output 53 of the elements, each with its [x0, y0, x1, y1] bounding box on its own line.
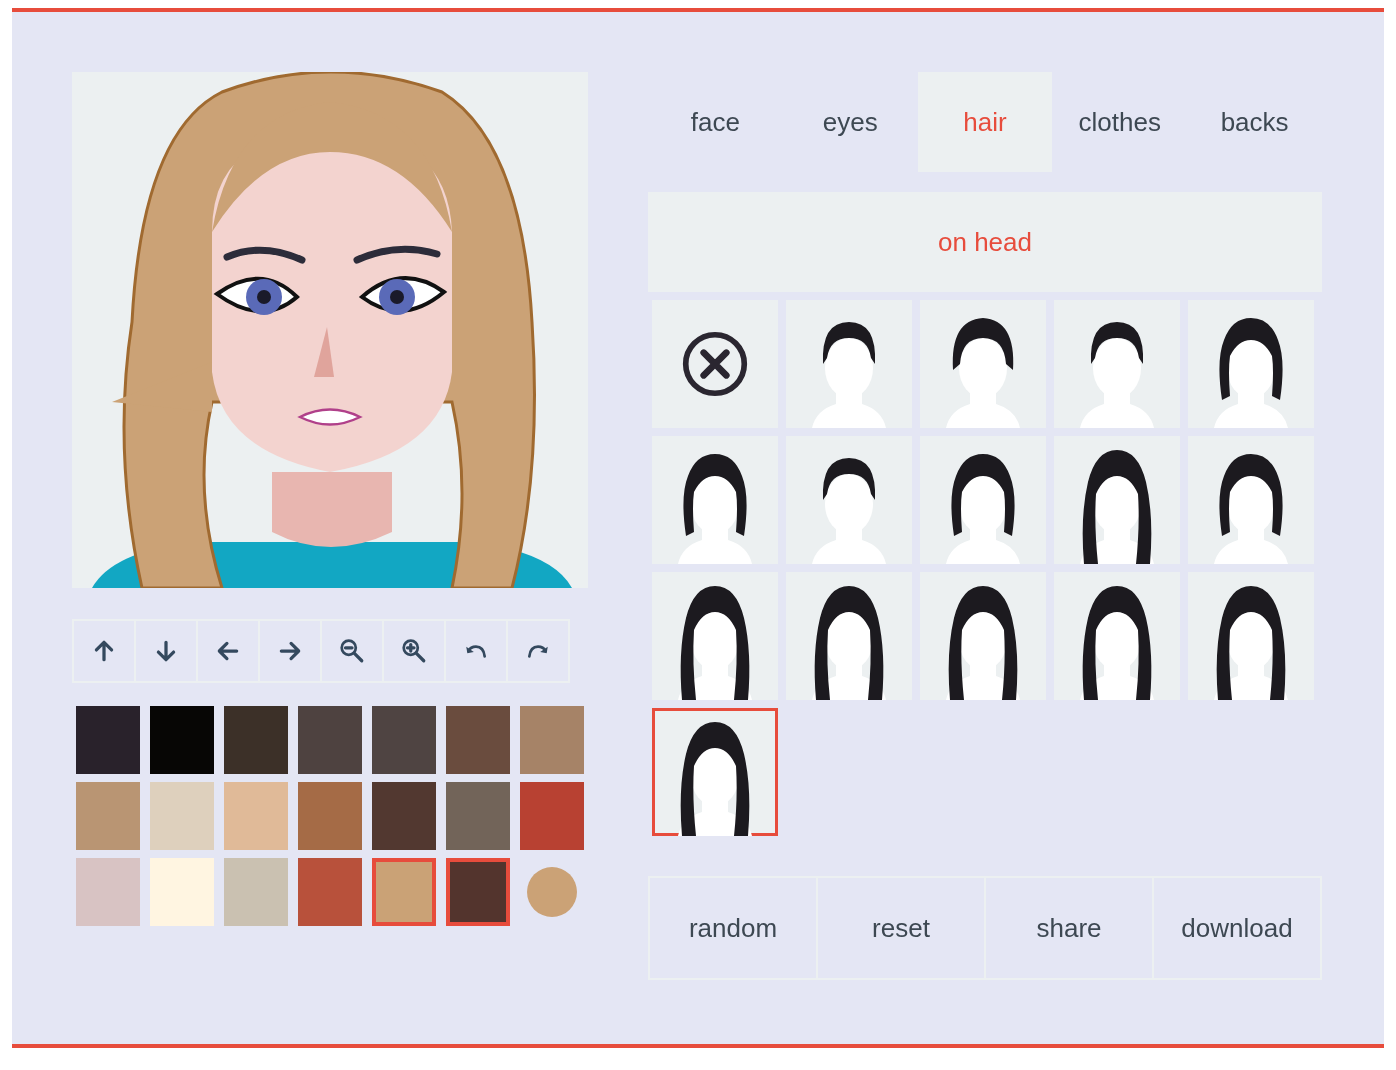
hairstyle-option[interactable] — [652, 708, 778, 836]
hairstyle-option[interactable] — [1188, 572, 1314, 700]
category-tab[interactable]: eyes — [782, 72, 918, 172]
action-button[interactable]: download — [1152, 878, 1320, 978]
color-swatch[interactable] — [224, 706, 288, 774]
action-button[interactable]: random — [650, 878, 816, 978]
category-tab[interactable]: backs — [1187, 72, 1322, 172]
hairstyle-option[interactable] — [1188, 436, 1314, 564]
color-swatch[interactable] — [76, 858, 140, 926]
color-swatch[interactable] — [372, 858, 436, 926]
color-swatch[interactable] — [150, 782, 214, 850]
action-button[interactable]: reset — [816, 878, 984, 978]
zoom-in-icon — [401, 638, 427, 664]
color-swatch[interactable] — [298, 858, 362, 926]
hairstyle-option[interactable] — [1054, 436, 1180, 564]
color-swatch[interactable] — [76, 782, 140, 850]
color-swatch[interactable] — [76, 706, 140, 774]
hairstyle-option[interactable] — [652, 572, 778, 700]
left-button[interactable] — [196, 619, 260, 683]
category-tab[interactable]: clothes — [1052, 72, 1188, 172]
color-swatch[interactable] — [372, 782, 436, 850]
color-swatch[interactable] — [298, 706, 362, 774]
color-swatch[interactable] — [446, 782, 510, 850]
hairstyle-option[interactable] — [786, 572, 912, 700]
hairstyle-option[interactable] — [1188, 300, 1314, 428]
hairstyle-option[interactable] — [920, 436, 1046, 564]
hairstyle-option[interactable] — [1054, 572, 1180, 700]
zoom-out-button[interactable] — [320, 619, 384, 683]
color-swatch[interactable] — [446, 706, 510, 774]
up-button[interactable] — [72, 619, 136, 683]
color-swatch[interactable] — [224, 782, 288, 850]
down-button[interactable] — [134, 619, 198, 683]
hairstyle-option[interactable] — [1054, 300, 1180, 428]
category-tab[interactable]: face — [648, 72, 783, 172]
color-swatch[interactable] — [446, 858, 510, 926]
color-swatch[interactable] — [372, 706, 436, 774]
zoom-out-icon — [339, 638, 365, 664]
color-swatch[interactable] — [520, 706, 584, 774]
no-hair-icon — [681, 330, 749, 398]
hairstyle-option[interactable] — [786, 436, 912, 564]
hairstyle-option[interactable] — [786, 300, 912, 428]
hairstyle-option[interactable] — [920, 572, 1046, 700]
zoom-in-button[interactable] — [382, 619, 446, 683]
hairstyle-option[interactable] — [920, 300, 1046, 428]
color-swatch[interactable] — [224, 858, 288, 926]
action-button[interactable]: share — [984, 878, 1152, 978]
hairstyle-option[interactable] — [652, 436, 778, 564]
color-swatch[interactable] — [150, 858, 214, 926]
color-swatch[interactable] — [298, 782, 362, 850]
color-swatch[interactable] — [520, 782, 584, 850]
remove-hair-option[interactable] — [652, 300, 778, 428]
color-swatch[interactable] — [150, 706, 214, 774]
right-button[interactable] — [258, 619, 322, 683]
